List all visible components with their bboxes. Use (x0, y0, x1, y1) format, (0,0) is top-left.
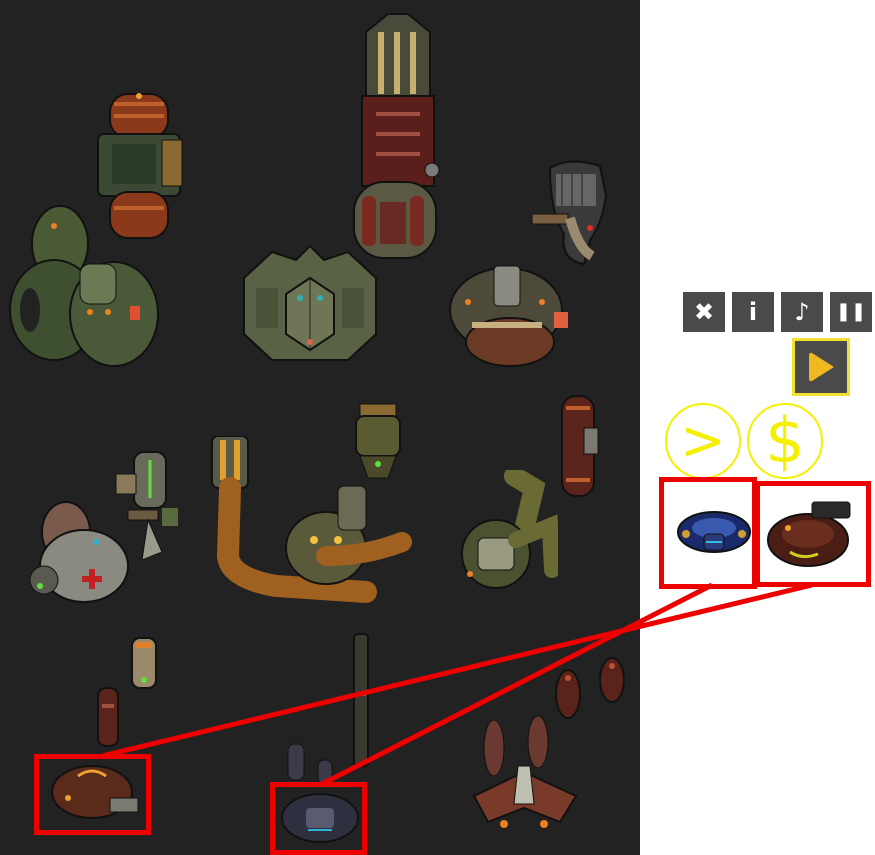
next-button[interactable]: > (665, 403, 741, 479)
pause-icon: ❚❚ (835, 301, 867, 322)
bronze-dome-mech[interactable] (442, 262, 572, 370)
game-board (0, 0, 640, 855)
blue-ship-selection[interactable] (659, 477, 757, 589)
brown-saucer-highlight[interactable] (34, 754, 151, 835)
play-icon (809, 352, 834, 382)
shop-button[interactable]: $ (747, 403, 823, 479)
green-turret-robot[interactable] (8, 202, 160, 378)
close-icon: ✖ (693, 298, 715, 326)
red-spider-drone[interactable] (464, 712, 584, 838)
music-button[interactable]: ♪ (781, 292, 823, 332)
navy-drone-highlight[interactable] (270, 782, 367, 855)
play-button[interactable] (792, 338, 850, 396)
close-button[interactable]: ✖ (683, 292, 725, 332)
info-icon: i (748, 298, 758, 326)
grey-claw-robot[interactable] (530, 152, 614, 272)
sidebar: ✖ i ♪ ❚❚ > $ (640, 0, 875, 855)
medic-robot[interactable] (26, 496, 130, 606)
small-tan-pod[interactable] (128, 634, 160, 694)
dollar-icon: $ (765, 404, 805, 477)
pause-button[interactable]: ❚❚ (830, 292, 872, 332)
dark-red-bot[interactable] (92, 684, 124, 754)
brown-ship-sprite (767, 501, 851, 567)
green-hexagon-mech[interactable] (236, 238, 384, 368)
next-label: > (680, 409, 726, 472)
long-crimson-cannon-robot[interactable] (348, 12, 448, 264)
music-note-icon: ♪ (794, 298, 810, 326)
brown-ship-selection[interactable] (755, 481, 871, 587)
blue-ship-sprite (677, 511, 751, 553)
rust-capsule-robot[interactable] (554, 394, 602, 498)
copper-arm-mech[interactable] (206, 436, 412, 606)
info-button[interactable]: i (732, 292, 774, 332)
olive-arm-robot[interactable] (454, 470, 558, 598)
game-screen: ✖ i ♪ ❚❚ > $ (0, 0, 875, 855)
